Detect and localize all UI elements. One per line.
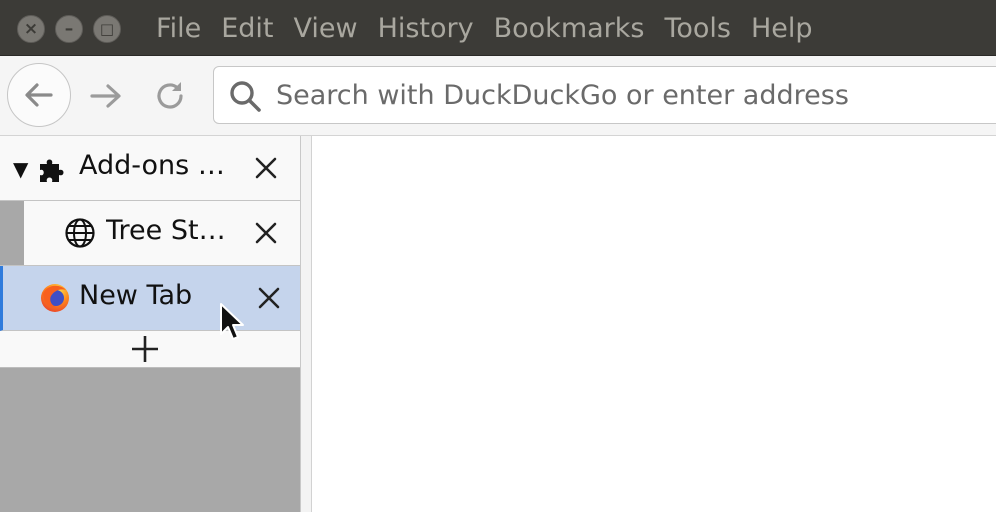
close-icon: × [23,18,39,39]
tab-tree-style-tab[interactable]: Tree Styl… [0,201,300,266]
firefox-icon [41,284,69,312]
tab-close-button[interactable] [252,154,280,182]
tab-addons-manager[interactable]: ▼ Add-ons M… [0,136,300,201]
window-maximize-button[interactable]: □ [93,15,121,43]
tab-close-button[interactable] [252,219,280,247]
tab-sidebar: ▼ Add-ons M… Tree Styl… New Tab [0,136,300,512]
puzzle-icon [40,159,64,182]
tab-close-button[interactable] [255,284,283,312]
tab-title: New Tab [79,280,193,311]
globe-icon [65,218,95,248]
collapse-triangle-icon[interactable]: ▼ [13,159,28,179]
tab-new-tab[interactable]: New Tab [0,266,300,331]
forward-button[interactable] [86,76,126,116]
tab-title: Add-ons M… [79,150,241,181]
forward-arrow-icon [90,84,121,108]
tree-indent [0,201,24,265]
minimize-icon: – [64,18,74,39]
menu-bar: File Edit View History Bookmarks Tools H… [146,0,823,56]
window-minimize-button[interactable]: – [55,15,83,43]
mouse-cursor-icon [220,303,244,340]
menu-view[interactable]: View [283,13,367,44]
menu-history[interactable]: History [368,13,484,44]
title-bar: × – □ File Edit View History Bookmarks T… [0,0,996,56]
page-content-area[interactable] [312,136,996,512]
menu-help[interactable]: Help [741,13,823,44]
search-icon [230,81,261,112]
back-arrow-icon [25,83,53,107]
menu-file[interactable]: File [146,13,211,44]
menu-bookmarks[interactable]: Bookmarks [484,13,655,44]
url-input[interactable] [276,73,976,117]
navigation-toolbar [0,56,996,136]
new-tab-button[interactable] [0,331,300,368]
maximize-icon: □ [99,19,115,38]
plus-icon [132,336,158,362]
sidebar-splitter[interactable] [300,136,312,512]
menu-edit[interactable]: Edit [211,13,283,44]
reload-icon [157,82,183,109]
url-bar[interactable] [213,66,996,124]
window-close-button[interactable]: × [17,15,45,43]
tab-title: Tree Styl… [106,215,241,246]
back-button[interactable] [7,63,71,127]
reload-button[interactable] [150,76,190,116]
menu-tools[interactable]: Tools [654,13,741,44]
